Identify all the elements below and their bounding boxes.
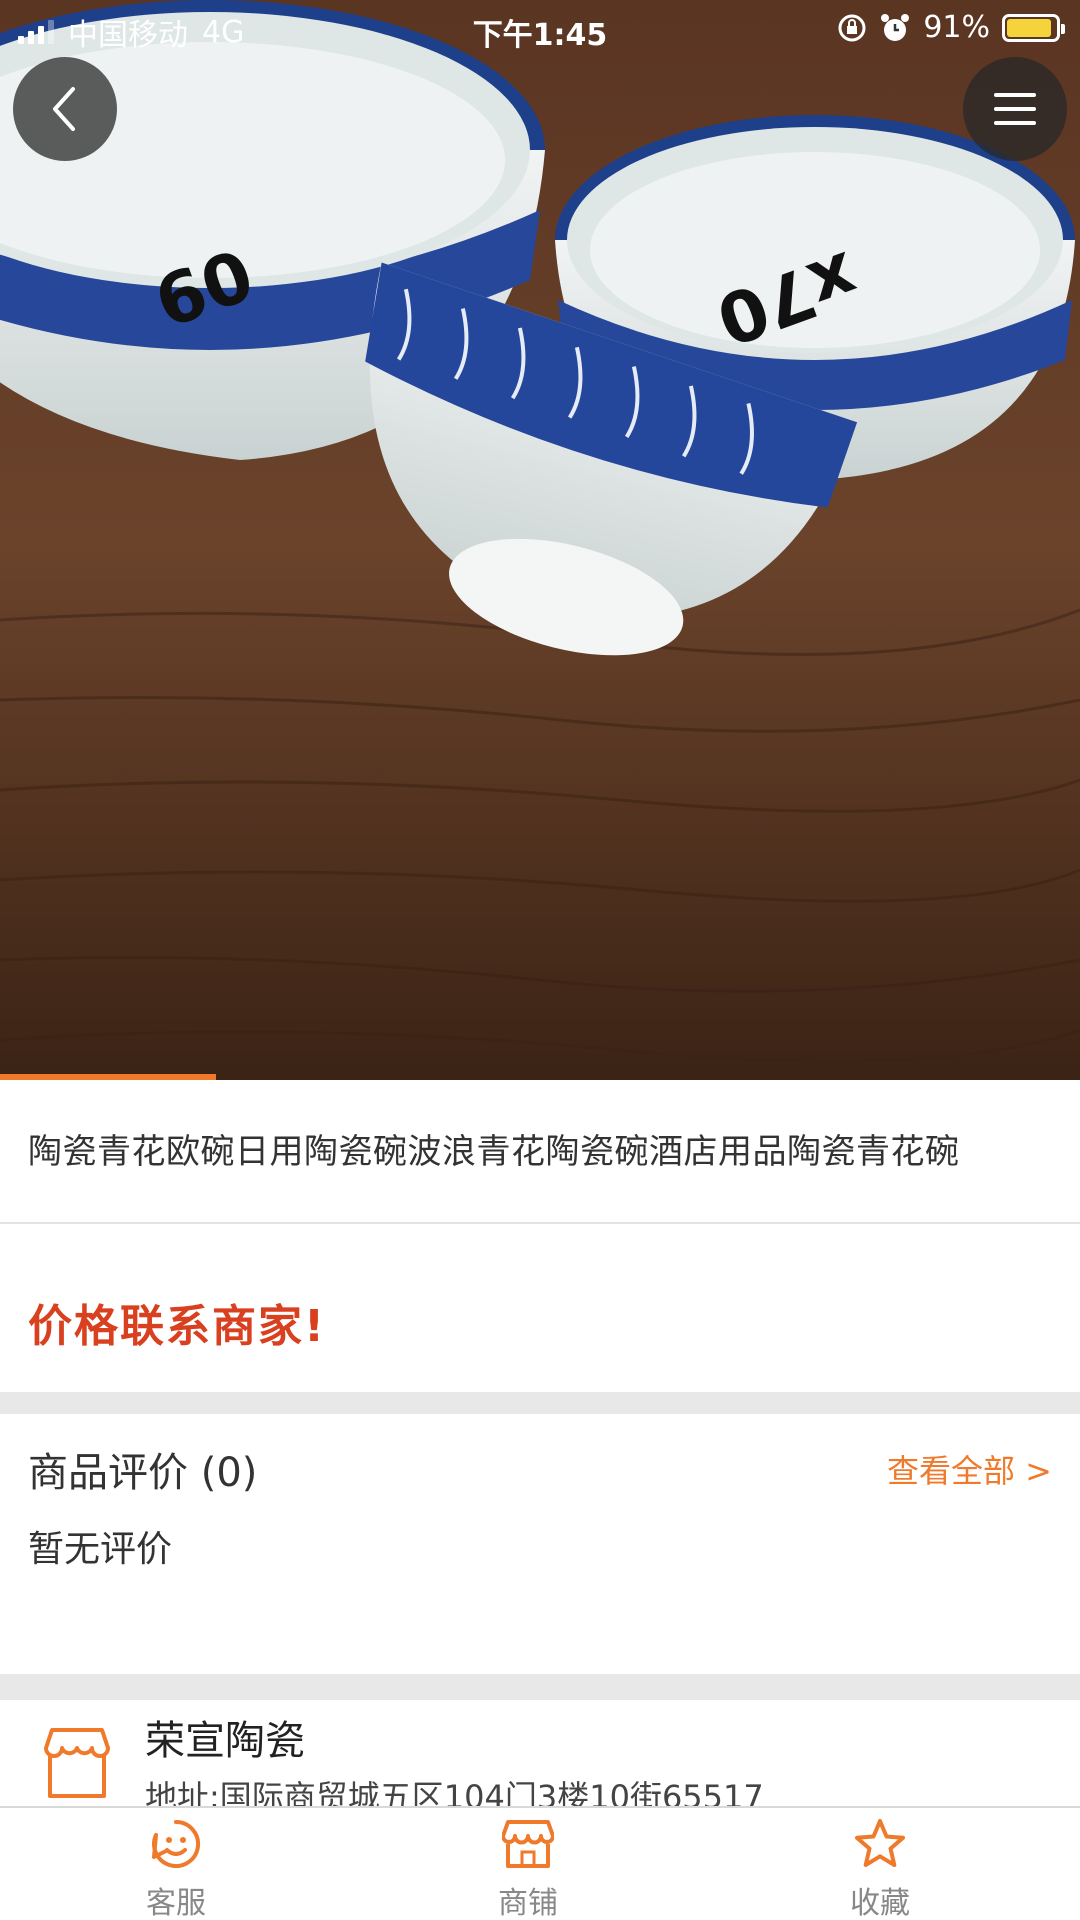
image-carousel-indicator xyxy=(0,1074,216,1080)
product-title: 陶瓷青花欧碗日用陶瓷碗波浪青花陶瓷碗酒店用品陶瓷青花碗 xyxy=(28,1132,960,1172)
rotation-lock-icon xyxy=(838,14,866,41)
tab-label: 商铺 xyxy=(498,1886,558,1920)
store-icon xyxy=(502,1820,554,1868)
section-gap xyxy=(0,1392,1080,1414)
status-bar: 中国移动 4G 下午1:45 91% xyxy=(0,0,1080,56)
star-icon xyxy=(855,1819,905,1867)
menu-button[interactable] xyxy=(963,57,1067,161)
back-button[interactable] xyxy=(13,57,117,161)
battery-icon xyxy=(1002,13,1065,42)
price-text: 价格联系商家! xyxy=(28,1301,327,1352)
battery-percent: 91% xyxy=(923,10,990,45)
smiley-service-icon xyxy=(152,1819,201,1868)
chevron-left-icon xyxy=(53,87,75,131)
reviews-title: 商品评价 (0) xyxy=(28,1450,258,1496)
product-detail-page: 09 x70 中国移动 4G 下午1:45 91% 陶瓷青花欧碗日用陶瓷碗波浪青… xyxy=(0,0,1080,1920)
tab-favorite[interactable]: 收藏 xyxy=(780,1808,980,1920)
tab-label: 收藏 xyxy=(850,1886,910,1920)
alarm-icon xyxy=(881,13,910,41)
tab-customer-service[interactable]: 客服 xyxy=(76,1808,276,1920)
tab-label: 客服 xyxy=(146,1886,206,1920)
product-photo-illustration: 09 x70 xyxy=(0,0,1080,1080)
bottom-tab-bar: 客服 商铺 收藏 xyxy=(0,1806,1080,1920)
shop-name[interactable]: 荣宣陶瓷 xyxy=(145,1708,305,1766)
divider xyxy=(0,1222,1080,1224)
section-gap xyxy=(0,1674,1080,1700)
no-reviews-text: 暂无评价 xyxy=(28,1529,173,1570)
hamburger-menu-icon xyxy=(994,93,1036,125)
storefront-icon xyxy=(44,1728,110,1798)
product-image[interactable]: 09 x70 xyxy=(0,0,1080,1080)
tab-store[interactable]: 商铺 xyxy=(428,1808,628,1920)
view-all-reviews-link[interactable]: 查看全部 > xyxy=(887,1446,1052,1492)
